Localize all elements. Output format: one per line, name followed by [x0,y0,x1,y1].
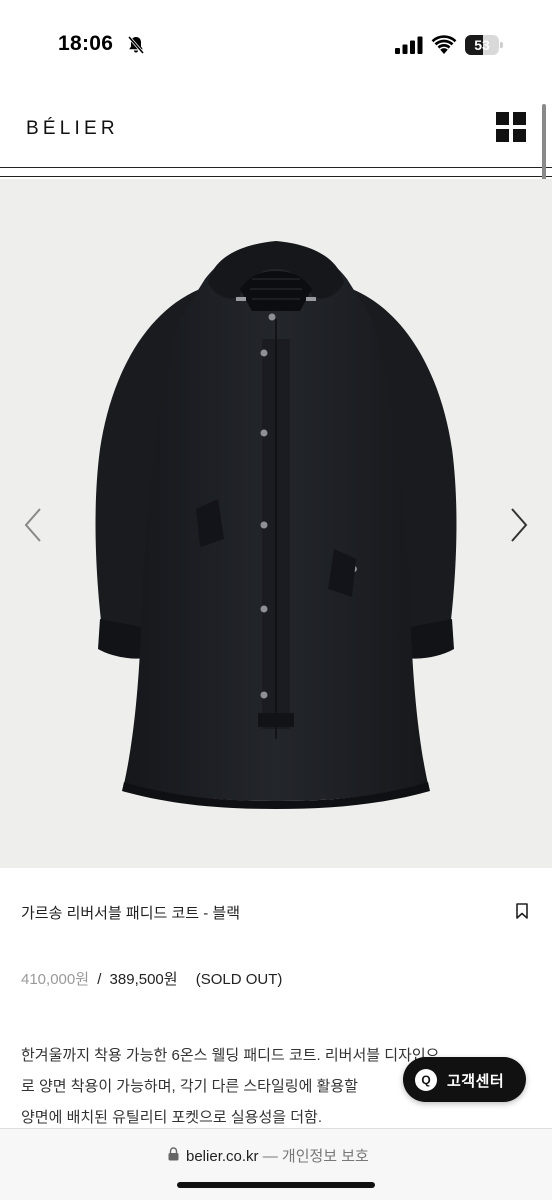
brand-logo[interactable]: BÉLIER [26,118,119,140]
product-title: 가르송 리버서블 패디드 코트 - 블랙 [21,905,241,922]
customer-service-label: 고객센터 [447,1073,505,1090]
stock-status: (SOLD OUT) [195,971,283,988]
status-time: 18:06 [58,32,114,55]
price-separator: / [97,971,102,988]
browser-url-bar[interactable]: belier.co.kr — 개인정보 보호 [0,1128,552,1200]
privacy-label: 개인정보 보호 [281,1148,369,1165]
battery-level: 53 [474,37,490,53]
customer-service-button[interactable]: Q 고객센터 [403,1057,526,1102]
chevron-left-icon[interactable] [20,505,48,545]
url-dash: — [262,1148,278,1165]
site-header: BÉLIER [0,92,552,178]
price-row: 410,000원 / 389,500원 (SOLD OUT) [21,968,282,989]
lock-icon [168,1147,179,1161]
chevron-right-icon[interactable] [504,505,532,545]
original-price: 410,000원 [21,971,90,988]
customer-service-icon: Q [415,1069,437,1091]
cellular-signal-icon [395,36,423,54]
product-image-gallery[interactable] [0,179,552,868]
bookmark-icon[interactable] [515,903,529,919]
product-image-coat [95,241,457,809]
url-text[interactable]: belier.co.kr — 개인정보 보호 [186,1145,369,1166]
battery-indicator: 53 [465,35,503,55]
url-domain: belier.co.kr [186,1148,259,1165]
header-divider [0,176,552,177]
wifi-icon [431,35,457,54]
home-indicator[interactable] [177,1182,375,1188]
grid-menu-icon[interactable] [496,112,526,142]
sale-price: 389,500원 [109,971,178,988]
header-divider [0,167,552,168]
status-bar: 18:06 53 [0,0,552,92]
bell-muted-icon [127,36,145,54]
